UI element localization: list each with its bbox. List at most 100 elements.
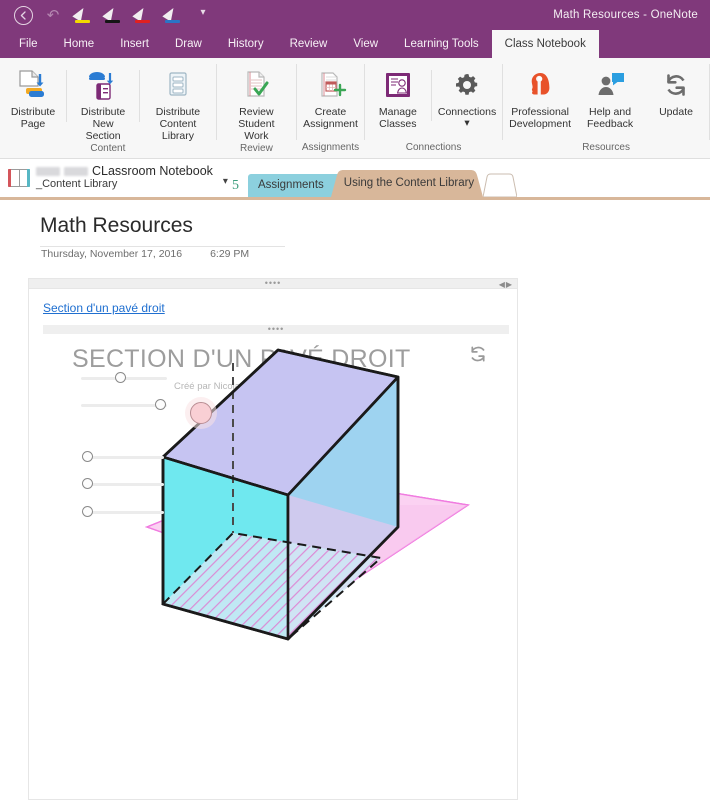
onenote-window: ↶ ▾ Math Resources - OneNote File Home I… <box>0 0 710 805</box>
distribute-content-library-button[interactable]: Distribute Content Library <box>140 64 216 142</box>
professional-development-label: Professional Development <box>509 106 572 130</box>
pen-blue-button[interactable] <box>158 2 188 28</box>
geogebra-applet[interactable]: SECTION D'UN PAVÉ DROIT Créé par Nicolas… <box>43 337 517 799</box>
pen-red-icon <box>132 5 153 24</box>
slider-thumb[interactable] <box>82 506 93 517</box>
slider-3[interactable] <box>82 450 164 464</box>
pen-black-icon <box>102 5 123 24</box>
section-tab-using-the-content-library[interactable]: Using the Content Library <box>330 169 487 197</box>
connections-gear-icon <box>452 66 482 104</box>
quick-access-toolbar: ↶ ▾ <box>0 2 218 28</box>
grip-dots: •••• <box>267 324 285 334</box>
ribbon-tabstrip: File Home Insert Draw History Review Vie… <box>0 30 710 58</box>
help-and-feedback-label: Help and Feedback <box>586 106 634 130</box>
review-student-work-label: Review Student Work <box>238 106 275 142</box>
ribbon-group-content-label: Content <box>90 143 126 154</box>
slider-1[interactable] <box>81 371 167 385</box>
notebook-section-bar: CLassroom Notebook _Content Library ▾ 5 … <box>0 159 710 224</box>
page-time: 6:29 PM <box>210 248 250 260</box>
slider-thumb[interactable] <box>155 399 166 410</box>
notebook-text: CLassroom Notebook _Content Library <box>36 165 213 191</box>
notebook-name: CLassroom Notebook <box>92 164 213 178</box>
connections-dropdown-caret[interactable]: ▾ <box>464 117 469 129</box>
slider-thumb[interactable] <box>82 478 93 489</box>
slider-2[interactable] <box>81 398 167 412</box>
tab-view[interactable]: View <box>340 30 391 58</box>
ribbon-group-connections-label: Connections <box>405 142 462 153</box>
tab-review[interactable]: Review <box>277 30 341 58</box>
ribbon-group-resources-label: Resources <box>582 142 630 153</box>
slider-track <box>82 483 164 486</box>
distribute-content-library-icon <box>163 66 193 104</box>
pen-blue-icon <box>162 5 183 24</box>
connections-button[interactable]: Connections ▾ <box>432 64 502 129</box>
ribbon-group-review-label: Review <box>240 143 273 154</box>
distribute-content-library-label: Distribute Content Library <box>155 106 201 142</box>
slider-thumb[interactable] <box>82 451 93 462</box>
ribbon-group-connections: Manage Classes Connections ▾ Connections <box>365 58 502 158</box>
window-title: Math Resources - OneNote <box>553 9 698 21</box>
distribute-page-icon <box>16 66 50 104</box>
slider-thumb[interactable] <box>115 372 126 383</box>
embedded-applet-container[interactable]: •••• ◀▶ Section d'un pavé droit •••• SEC… <box>28 278 518 800</box>
section-tabs: Assignments Using the Content Library + <box>245 159 518 224</box>
page-meta: Thursday, November 17, 2016 6:29 PM <box>41 248 249 260</box>
help-and-feedback-button[interactable]: Help and Feedback <box>577 64 643 130</box>
professional-development-icon <box>525 66 555 104</box>
tab-learning-tools[interactable]: Learning Tools <box>391 30 492 58</box>
title-bar: ↶ ▾ Math Resources - OneNote <box>0 0 710 30</box>
help-and-feedback-icon <box>594 66 626 104</box>
applet-drag-handle[interactable]: •••• ◀▶ <box>29 279 517 289</box>
add-section-button[interactable]: + <box>482 173 518 224</box>
pen-yellow-highlighter-icon <box>72 5 93 24</box>
sync-status-count[interactable]: 5 <box>228 178 245 197</box>
ribbon-group-content: Distribute Page Distribute New Section D… <box>0 58 216 158</box>
section-tab-using-the-content-library-label: Using the Content Library <box>343 177 475 189</box>
professional-development-button[interactable]: Professional Development <box>503 64 577 130</box>
tab-file[interactable]: File <box>6 30 51 58</box>
slider-4[interactable] <box>82 477 164 491</box>
undo-button[interactable]: ↶ <box>38 2 68 28</box>
create-assignment-icon <box>315 66 347 104</box>
ribbon-group-review: Review Student Work Review <box>217 58 297 158</box>
back-button[interactable] <box>8 2 38 28</box>
distribute-new-section-button[interactable]: Distribute New Section <box>67 64 139 142</box>
tab-draw[interactable]: Draw <box>162 30 215 58</box>
section-tab-assignments[interactable]: Assignments <box>245 173 350 197</box>
update-button[interactable]: Update <box>643 64 709 118</box>
redacted-account-name <box>36 167 88 176</box>
undo-icon: ↶ <box>46 6 60 24</box>
ribbon: Distribute Page Distribute New Section D… <box>0 58 710 159</box>
tab-history[interactable]: History <box>215 30 277 58</box>
update-icon <box>661 66 691 104</box>
page-title[interactable]: Math Resources <box>40 214 193 238</box>
distribute-new-section-icon <box>83 66 123 104</box>
ribbon-group-assignments-label: Assignments <box>301 142 360 153</box>
manage-classes-button[interactable]: Manage Classes <box>365 64 431 130</box>
point-toggle-button[interactable] <box>190 402 212 424</box>
slider-track <box>82 511 164 514</box>
ribbon-group-resources: Professional Development Help and Feedba… <box>503 58 709 158</box>
inner-drag-handle[interactable]: •••• <box>43 325 509 334</box>
create-assignment-button[interactable]: Create Assignment <box>297 64 364 130</box>
slider-5[interactable] <box>82 505 164 519</box>
tab-class-notebook[interactable]: Class Notebook <box>491 30 599 58</box>
pen-yellow-highlighter-button[interactable] <box>68 2 98 28</box>
pen-black-button[interactable] <box>98 2 128 28</box>
tab-insert[interactable]: Insert <box>107 30 162 58</box>
slider-track <box>82 456 164 459</box>
distribute-page-button[interactable]: Distribute Page <box>0 64 66 130</box>
manage-classes-label: Manage Classes <box>378 106 417 130</box>
quick-access-more-button[interactable]: ▾ <box>188 2 218 28</box>
review-student-work-icon <box>240 66 272 104</box>
review-student-work-button[interactable]: Review Student Work <box>217 64 297 142</box>
page-date: Thursday, November 17, 2016 <box>41 248 183 260</box>
tab-home[interactable]: Home <box>51 30 108 58</box>
applet-resize-arrows[interactable]: ◀▶ <box>499 280 513 289</box>
applet-source-link[interactable]: Section d'un pavé droit <box>43 301 165 315</box>
notebook-picker[interactable]: CLassroom Notebook _Content Library ▾ <box>0 159 228 197</box>
notebook-section-name: _Content Library <box>36 178 118 190</box>
pen-red-button[interactable] <box>128 2 158 28</box>
tab-shape <box>482 173 518 198</box>
ribbon-group-assignments: Create Assignment Assignments <box>297 58 364 158</box>
